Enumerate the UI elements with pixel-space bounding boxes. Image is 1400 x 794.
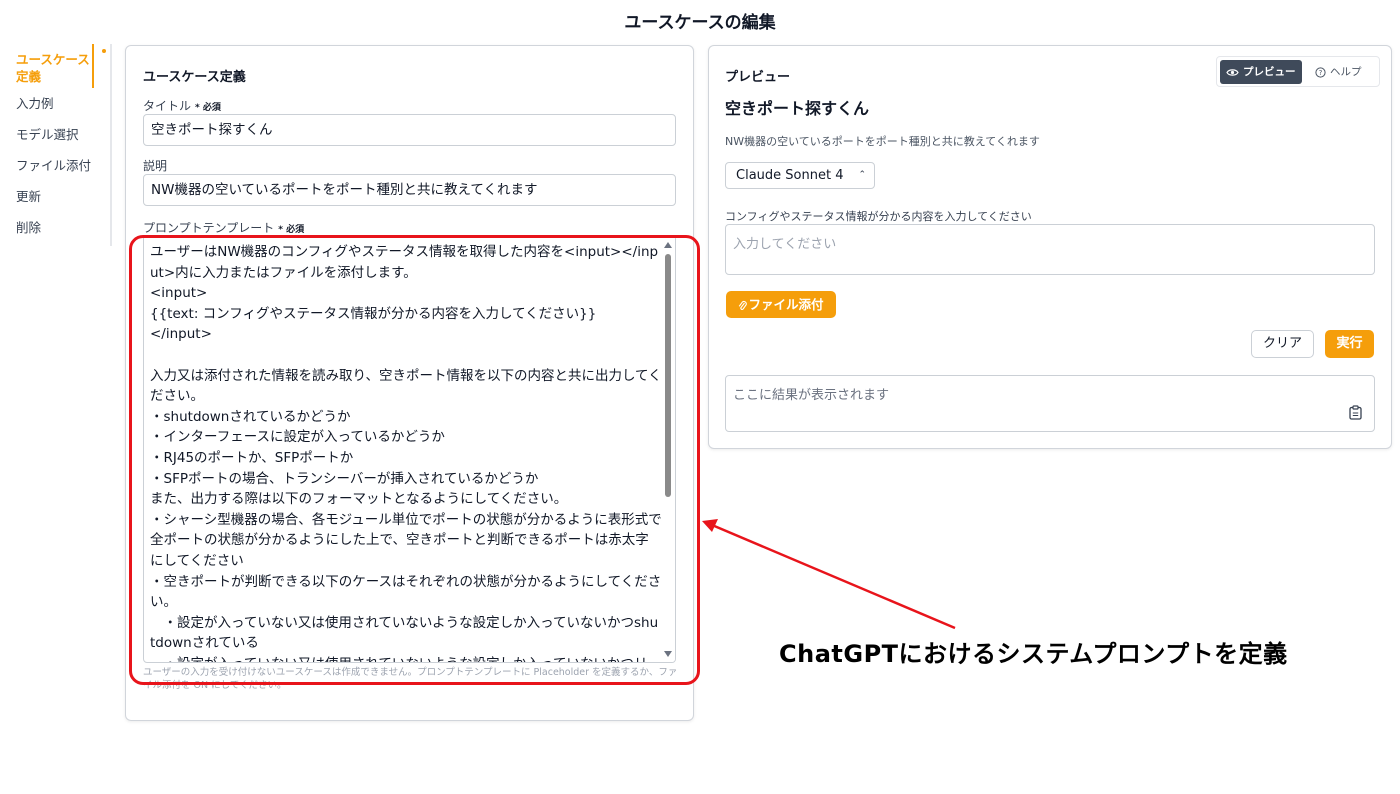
required-mark: * 必須 bbox=[278, 225, 305, 235]
preview-usecase-name: 空きポート探すくん bbox=[725, 99, 870, 118]
prompt-template-label: プロンプトテンプレート * 必須 bbox=[143, 221, 305, 235]
preview-help-toggle: プレビュー ? ヘルプ bbox=[1216, 56, 1380, 87]
sidebar-item-file-attach[interactable]: ファイル添付 bbox=[0, 150, 110, 181]
prompt-scrollbar[interactable] bbox=[661, 236, 675, 662]
sidebar-item-usecase-definition[interactable]: ユースケース定義 bbox=[0, 44, 106, 88]
model-select-value: Claude Sonnet 4 bbox=[736, 168, 844, 183]
description-label: 説明 bbox=[143, 159, 168, 173]
eye-icon bbox=[1226, 68, 1239, 76]
definition-heading: ユースケース定義 bbox=[143, 70, 246, 85]
prompt-hint-text: ユーザーの入力を受け付けないユースケースは作成できません。プロンプトテンプレート… bbox=[143, 667, 678, 691]
sidebar-item-input-example[interactable]: 入力例 bbox=[0, 88, 110, 119]
scroll-up-icon[interactable] bbox=[664, 242, 672, 248]
scroll-down-icon[interactable] bbox=[664, 651, 672, 657]
clipboard-icon[interactable] bbox=[1349, 405, 1362, 420]
annotation-text: ChatGPTにおけるシステムプロンプトを定義 bbox=[779, 640, 1288, 668]
preview-usecase-description: NW機器の空いているポートをポート種別と共に教えてくれます bbox=[725, 135, 1040, 148]
page-title: ユースケースの編集 bbox=[624, 13, 776, 33]
paperclip-icon bbox=[739, 301, 748, 310]
sidebar-item-model-select[interactable]: モデル選択 bbox=[0, 119, 110, 150]
prompt-template-text: ユーザーはNW機器のコンフィグやステータス情報を取得した内容を<input></… bbox=[150, 244, 662, 662]
preview-input-textarea[interactable]: 入力してください bbox=[725, 224, 1375, 275]
file-attach-button[interactable]: ファイル添付 bbox=[726, 291, 836, 318]
sidebar-item-delete[interactable]: 削除 bbox=[0, 212, 110, 243]
chevron-updown-icon: ⌃ bbox=[858, 170, 866, 180]
sidebar-item-update[interactable]: 更新 bbox=[0, 181, 110, 212]
description-input[interactable]: NW機器の空いているポートをポート種別と共に教えてくれます bbox=[143, 174, 676, 206]
result-output: ここに結果が表示されます bbox=[725, 375, 1375, 432]
run-button[interactable]: 実行 bbox=[1325, 330, 1374, 358]
active-dot-icon bbox=[102, 49, 106, 53]
tab-preview[interactable]: プレビュー bbox=[1220, 60, 1302, 84]
required-mark: * 必須 bbox=[195, 103, 221, 113]
sidebar-nav: ユースケース定義 入力例 モデル選択 ファイル添付 更新 削除 bbox=[0, 44, 112, 246]
title-label: タイトル * 必須 bbox=[143, 99, 221, 113]
clear-button[interactable]: クリア bbox=[1251, 330, 1314, 358]
help-circle-icon: ? bbox=[1315, 66, 1326, 78]
scroll-thumb[interactable] bbox=[665, 254, 671, 497]
input-field-label: コンフィグやステータス情報が分かる内容を入力してください bbox=[725, 210, 1032, 223]
tab-help[interactable]: ? ヘルプ bbox=[1309, 60, 1368, 84]
svg-text:?: ? bbox=[1319, 69, 1323, 77]
preview-heading: プレビュー bbox=[725, 70, 791, 85]
model-select[interactable]: Claude Sonnet 4 ⌃ bbox=[725, 162, 875, 189]
prompt-template-textarea[interactable]: ユーザーはNW機器のコンフィグやステータス情報を取得した内容を<input></… bbox=[143, 235, 676, 663]
sidebar-item-label: ユースケース定義 bbox=[16, 52, 90, 84]
title-input[interactable]: 空きポート探すくん bbox=[143, 114, 676, 146]
